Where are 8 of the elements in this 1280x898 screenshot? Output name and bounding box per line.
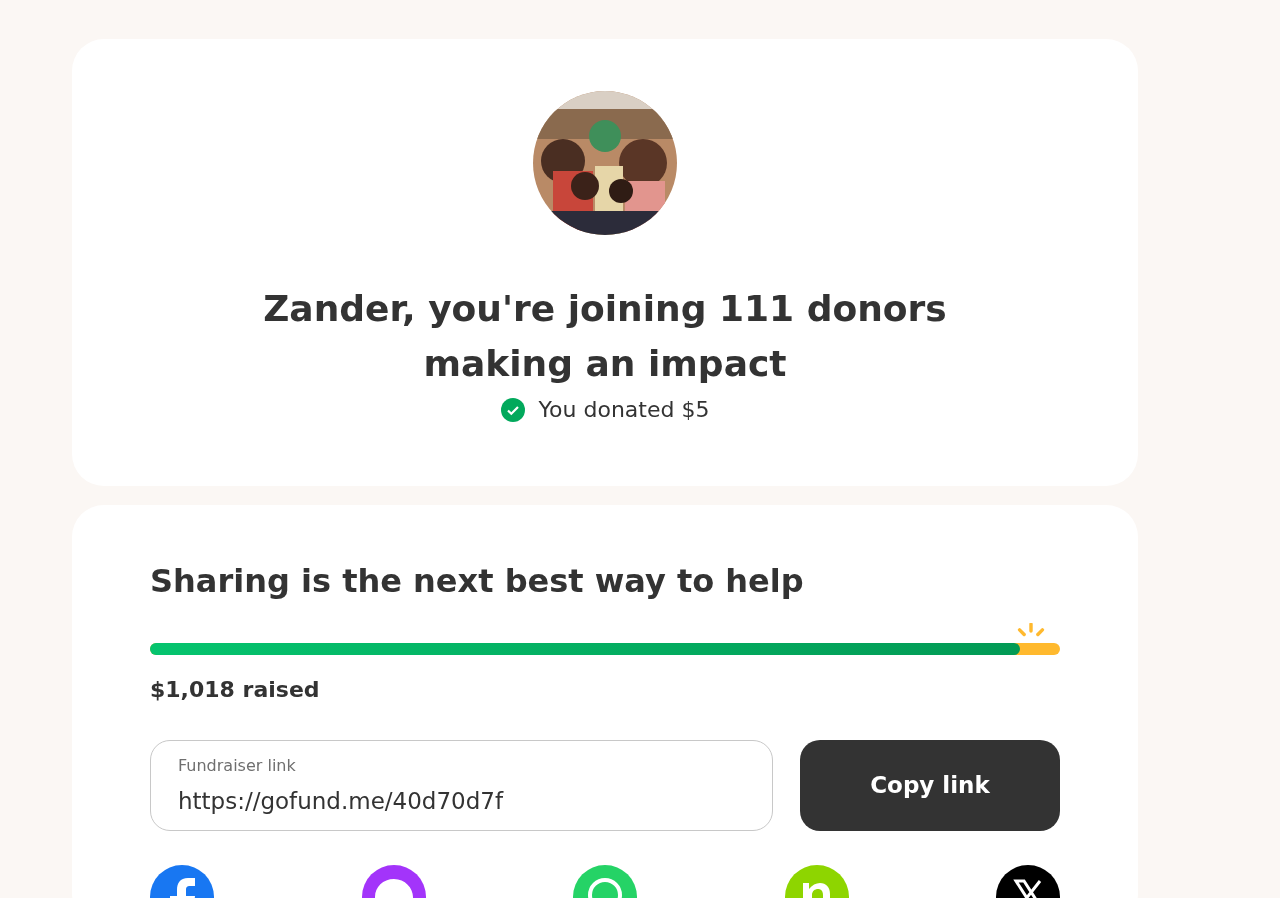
sparkle-icon (1015, 623, 1046, 639)
copy-link-button[interactable]: Copy link (800, 740, 1060, 831)
check-icon (500, 397, 525, 422)
raised-amount: $1,018 raised (150, 676, 321, 704)
field-label: Fundraiser link (178, 755, 296, 777)
donation-confirmation: You donated $5 (538, 396, 710, 424)
share-heading: Sharing is the next best way to help (150, 561, 805, 602)
headline: Zander, you're joining 111 donors making an impact (262, 287, 948, 386)
